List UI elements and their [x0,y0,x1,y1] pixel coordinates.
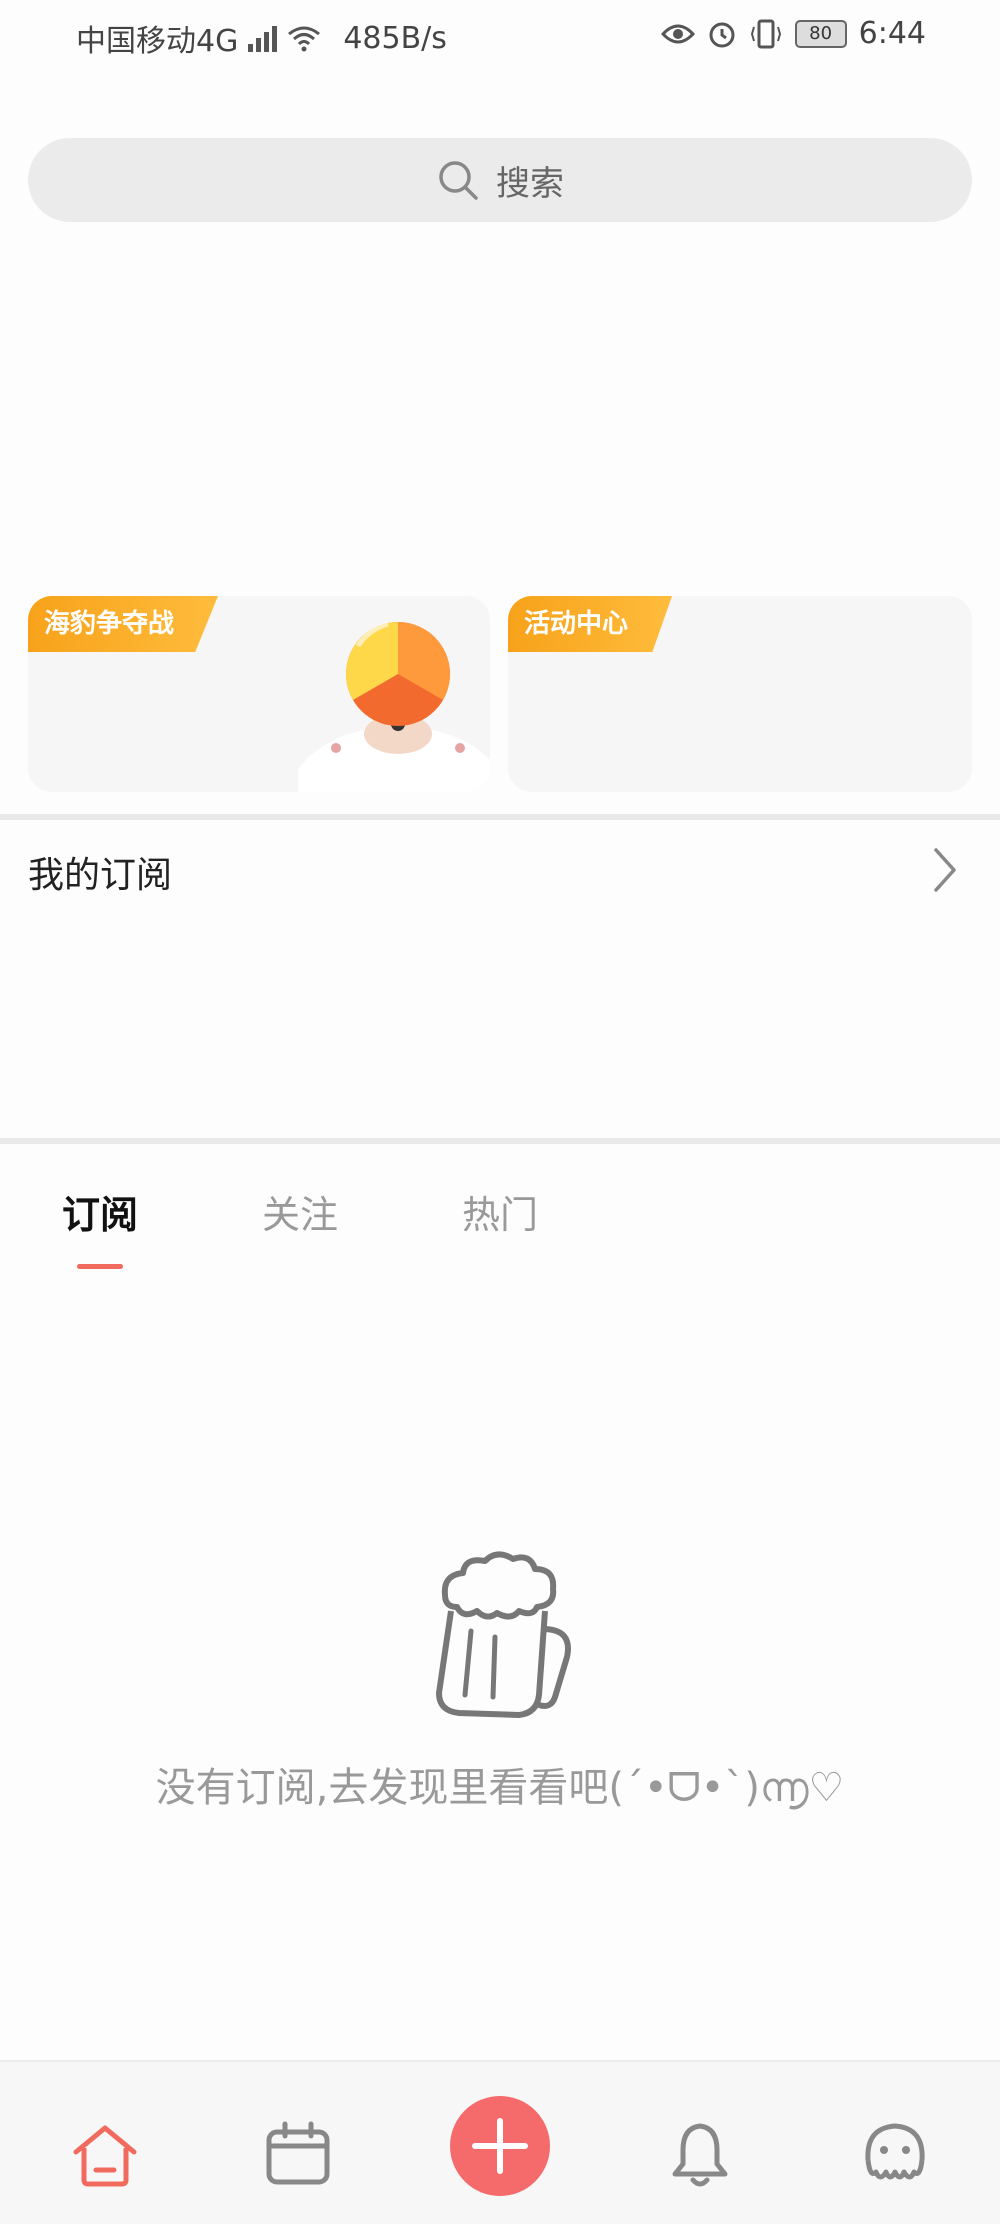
search-bar[interactable]: 搜索 [28,138,972,222]
octopus-icon[interactable] [860,2120,930,2190]
chevron-right-icon[interactable] [930,846,960,894]
card-tag: 海豹争夺战 [28,596,219,652]
bottom-nav [0,2060,1000,2224]
section-divider [0,814,1000,820]
add-button[interactable] [450,2096,550,2196]
tab-subscribe[interactable]: 订阅 [62,1184,138,1239]
clock-time: 6:44 [858,16,926,51]
alarm-icon [709,22,735,47]
signal-icon [248,24,278,52]
calendar-icon[interactable] [263,2120,333,2190]
tab-hot[interactable]: 热门 [462,1184,538,1239]
search-placeholder: 搜索 [496,163,564,204]
vibrate-icon [750,19,781,48]
empty-state-message: 没有订阅,去发现里看看吧(´•ᗜ•`)൬♡ [155,1765,845,1811]
my-subscription-title[interactable]: 我的订阅 [28,846,172,898]
status-left: 中国移动4G 485B/s [76,16,447,60]
status-bar: 中国移动4G 485B/s 80 6:44 [0,0,1000,70]
card-tag: 活动中心 [508,596,673,652]
home-icon[interactable] [70,2120,140,2190]
activity-center-card[interactable]: 活动中心 [508,596,972,792]
tab-follow[interactable]: 关注 [262,1184,338,1239]
wifi-icon [288,26,321,52]
status-right: 80 6:44 [660,16,926,51]
search-icon [439,161,478,200]
battery-icon: 80 [794,19,847,48]
beer-mug-icon [436,1551,571,1718]
seal-battle-card[interactable]: 海豹争夺战 [28,596,490,792]
eye-icon [660,24,695,43]
tab-active-indicator [77,1264,123,1269]
section-divider [0,1138,1000,1144]
network-speed: 485B/s [343,20,447,56]
bell-icon[interactable] [665,2120,735,2190]
seal-mascot-illustration [298,621,490,792]
carrier-label: 中国移动4G [76,24,239,59]
